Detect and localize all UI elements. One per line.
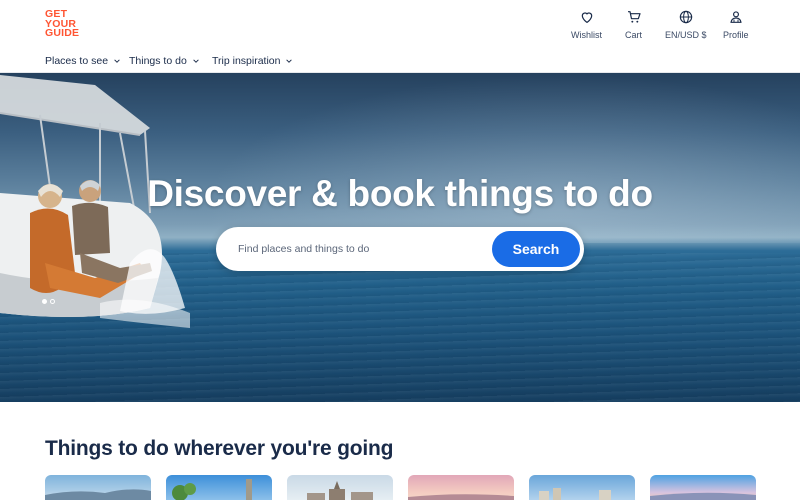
profile-button[interactable]: Profile: [723, 9, 749, 40]
destination-image-1: [45, 489, 151, 500]
language-currency-label: EN/USD $: [665, 30, 707, 40]
hero-banner: Discover & book things to do Search: [0, 73, 800, 402]
profile-icon: [730, 11, 742, 23]
destination-card[interactable]: [287, 475, 393, 500]
destination-card[interactable]: [408, 475, 514, 500]
destination-card-row: [45, 475, 756, 500]
chevron-down-icon: [286, 59, 293, 63]
carousel-dot[interactable]: [42, 299, 47, 304]
search-input[interactable]: [238, 239, 478, 259]
destination-card[interactable]: [166, 475, 272, 500]
site-header: GET YOUR GUIDE Wishlist Cart EN/USD $ Pr…: [0, 0, 800, 73]
cart-icon: [627, 11, 641, 23]
sky-haze: [200, 73, 800, 243]
destination-card[interactable]: [45, 475, 151, 500]
getyourguide-logo[interactable]: GET YOUR GUIDE: [45, 9, 85, 40]
carousel-indicator: [42, 299, 55, 304]
carousel-dot[interactable]: [50, 299, 55, 304]
hero-title: Discover & book things to do: [147, 173, 653, 214]
nav-label: Places to see: [45, 55, 109, 67]
destination-image-3: [307, 481, 373, 500]
chevron-down-icon: [114, 59, 120, 63]
destination-image-2: [172, 479, 252, 500]
wishlist-button[interactable]: Wishlist: [571, 9, 602, 40]
globe-icon: [679, 10, 692, 24]
wishlist-label: Wishlist: [571, 30, 602, 40]
nav-things-to-do[interactable]: Things to do: [129, 55, 200, 67]
destination-image-6: [650, 492, 756, 500]
destination-card[interactable]: [529, 475, 635, 500]
profile-label: Profile: [723, 30, 749, 40]
heart-icon: [581, 12, 592, 23]
cart-label: Cart: [625, 30, 643, 40]
logo-line: GUIDE: [45, 27, 80, 39]
destination-image-5: [539, 488, 611, 500]
nav-places-to-see[interactable]: Places to see: [45, 55, 121, 67]
destination-image-4: [408, 494, 514, 500]
cart-button[interactable]: Cart: [625, 9, 642, 40]
boat-photo-illustration: [0, 75, 190, 328]
destination-card[interactable]: [650, 475, 756, 500]
section-title: Things to do wherever you're going: [45, 437, 394, 460]
nav-trip-inspiration[interactable]: Trip inspiration: [212, 55, 293, 67]
nav-label: Things to do: [129, 55, 187, 67]
nav-label: Trip inspiration: [212, 55, 281, 67]
language-currency-button[interactable]: EN/USD $: [665, 9, 707, 40]
search-bar: Search: [216, 227, 584, 271]
search-button[interactable]: Search: [492, 231, 580, 267]
chevron-down-icon: [193, 59, 199, 63]
